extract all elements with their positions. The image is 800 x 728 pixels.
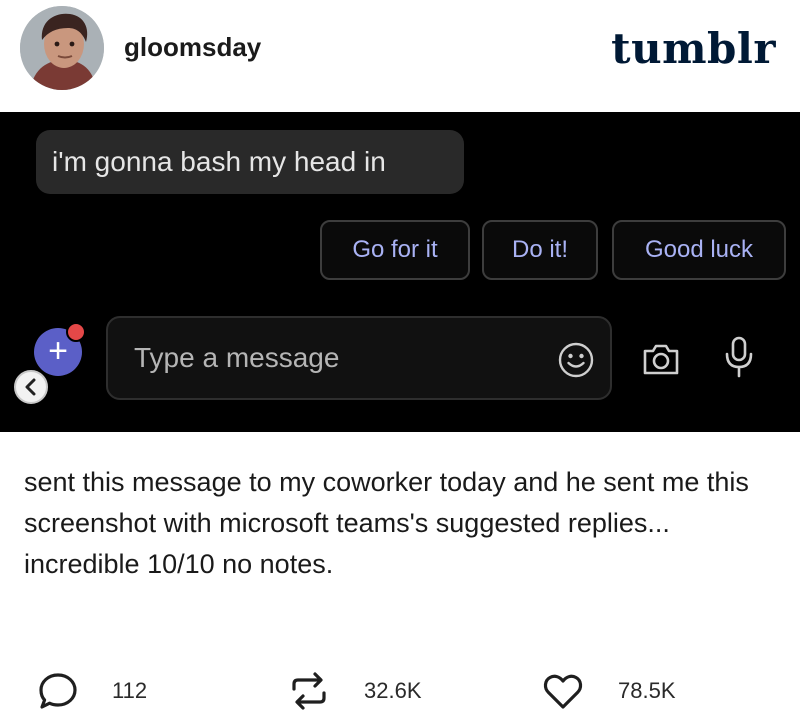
message-input[interactable] — [134, 336, 534, 380]
tumblr-logo: tumblr — [611, 24, 776, 73]
chat-message-bubble: i'm gonna bash my head in — [36, 130, 464, 194]
microphone-icon[interactable] — [722, 334, 756, 380]
compose-box — [106, 316, 612, 400]
avatar[interactable] — [20, 6, 104, 90]
likes-count: 78.5K — [618, 678, 676, 703]
username[interactable]: gloomsday — [124, 32, 261, 63]
notification-dot — [66, 322, 86, 342]
post-caption: sent this message to my coworker today a… — [24, 467, 749, 579]
speech-bubble-icon — [39, 673, 77, 709]
heart-icon — [543, 674, 583, 709]
camera-icon[interactable] — [640, 338, 682, 380]
suggested-reply-good-luck[interactable]: Good luck — [612, 220, 786, 280]
reblog-button[interactable]: 32.6K — [286, 660, 422, 722]
replies-count: 112 — [112, 678, 148, 703]
suggested-reply-do-it[interactable]: Do it! — [482, 220, 598, 280]
back-chevron-icon[interactable] — [14, 370, 48, 404]
suggested-reply-go-for-it[interactable]: Go for it — [320, 220, 470, 280]
replies-button[interactable]: 112 — [36, 660, 147, 722]
emoji-icon[interactable] — [556, 340, 596, 380]
teams-screenshot: i'm gonna bash my head in Go for it Do i… — [0, 112, 800, 432]
reblogs-count: 32.6K — [364, 678, 422, 703]
tumblr-post: gloomsday tumblr i'm gonna bash my head … — [0, 0, 800, 728]
post-footer: 112 32.6K 78.5K — [0, 660, 800, 722]
avatar-image — [20, 6, 104, 90]
like-button[interactable]: 78.5K — [540, 660, 676, 722]
reblog-icon — [292, 672, 326, 710]
post-header: gloomsday tumblr — [0, 0, 800, 112]
